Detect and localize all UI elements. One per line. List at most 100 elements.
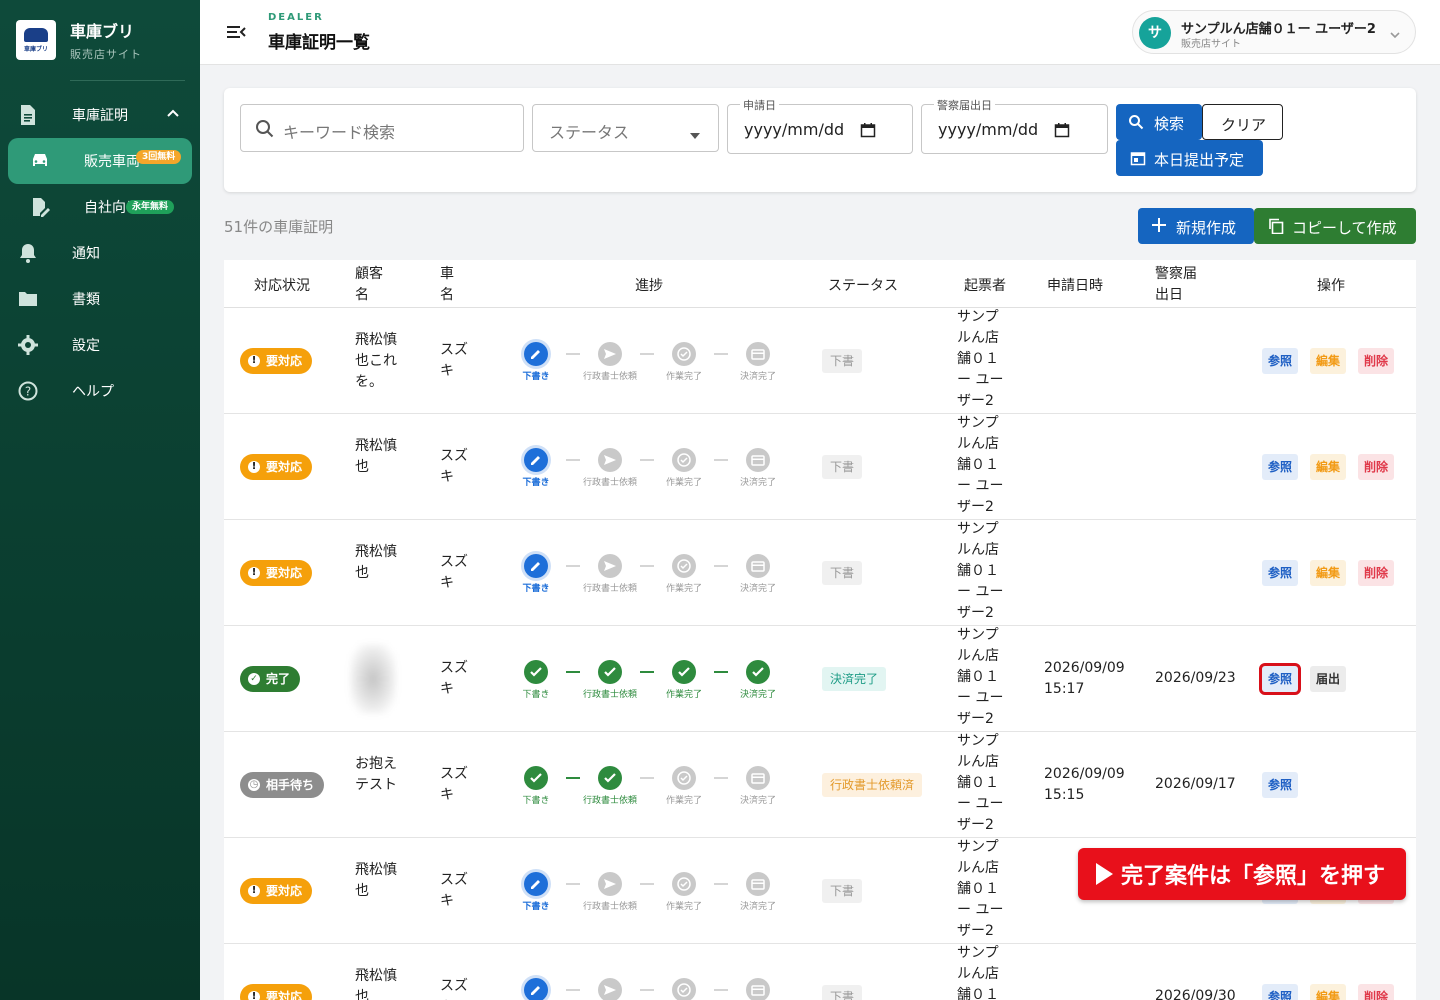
brand[interactable]: 車庫ブリ 車庫ブリ 販売店サイト [16,18,142,62]
header-police: 警察届 出日 [1155,266,1197,303]
view-button[interactable]: 参照 [1262,984,1299,1000]
calendar-icon[interactable] [1054,122,1070,142]
search-button[interactable]: 検索 [1116,104,1202,140]
step-label: 行政書士依頼 [582,478,637,488]
table-row[interactable]: 完了スズ キ下書き行政書士依頼作業完了決済完了決済完了サンプ ルん店 舗０１ ー… [224,626,1416,732]
edit-button[interactable]: 編集 [1310,348,1347,374]
check-icon [672,660,696,684]
result-count: 51件の車庫証明 [224,218,334,236]
logo: 車庫ブリ [16,20,56,60]
step-connector [640,459,654,461]
view-button[interactable]: 参照 [1262,454,1299,480]
sidebar-item-label: 販売車両 [84,154,140,170]
view-button[interactable]: 参照 [1262,772,1299,798]
user-menu[interactable]: サ サンプルん店舗０１ー ユーザー2 販売店サイト [1132,10,1416,54]
handling-status-label: 相手待ち [266,778,315,792]
police-date-field[interactable]: 警察届出日 yyyy/mm/dd [921,97,1108,154]
step-label: 行政書士依頼 [582,796,637,806]
credit-card-icon [746,448,770,472]
step-label: 下書き [522,478,550,488]
top-bar: DEALER 車庫証明一覧 サ サンプルん店舗０１ー ユーザー2 販売店サイト [200,0,1440,65]
sidebar-item-label: 通知 [72,246,100,262]
sidebar-item-garage-cert[interactable]: 車庫証明 [0,92,200,138]
step-connector [714,459,728,461]
sidebar-item-own-use[interactable]: 自社向け 永年無料 [0,184,200,230]
pencil-icon [524,448,548,472]
car-name: スズ キ [440,978,468,1000]
svg-text:?: ? [25,385,31,399]
police-date: 2026/09/23 [1155,670,1236,686]
sidebar-item-dealer-vehicles[interactable]: 販売車両 3回無料 [8,138,192,184]
table-row[interactable]: 相手待ち お抱え テスト スズ キ下書き 行政書士依頼 作業完了 決済完了 行政書士依頼済 サ… [224,732,1416,838]
copy-create-button[interactable]: コピーして作成 [1254,208,1416,244]
step-connector [714,883,728,885]
sidebar-item-notifications[interactable]: 通知 [0,230,200,276]
edit-button[interactable]: 編集 [1310,560,1347,586]
check-circle-icon [672,342,696,366]
step-connector [714,989,728,991]
clear-button[interactable]: クリア [1202,104,1283,140]
view-button[interactable]: 参照 [1262,560,1299,586]
delete-button[interactable]: 削除 [1358,560,1395,586]
file-button[interactable]: 届出 [1310,666,1347,692]
header-status: ステータス [828,278,898,294]
status-chip: 下書 [822,561,863,585]
sidebar-item-help[interactable]: ? ヘルプ [0,368,200,414]
police-date-label: 警察届出日 [934,97,995,113]
free-badge: 永年無料 [126,200,175,214]
today-submission-button[interactable]: 本日提出予定 [1116,140,1263,176]
calendar-icon[interactable] [860,122,876,142]
table-row[interactable]: 要対応飛松慎 也スズ キ下書き行政書士依頼作業完了決済完了下書サンプ ルん店 舗… [224,520,1416,626]
police-date: 2026/09/30 [1155,988,1236,1000]
menu-collapse-icon[interactable] [226,22,246,42]
step-label: 行政書士依頼 [582,372,637,382]
check-icon [746,660,770,684]
play-icon [1096,863,1113,885]
table-row[interactable]: 要対応飛松慎 也スズ キ下書き行政書士依頼作業完了決済完了下書サンプ ルん店 舗… [224,414,1416,520]
drafter-name: サンプ ルん店 舗０１ ー ユー ザー2 [957,839,1004,939]
step-connector [566,353,580,355]
car-name: スズ キ [440,448,468,485]
view-button[interactable]: 参照 [1262,348,1299,374]
drafter-name: サンプ ルん店 舗０１ ー ユー ザー2 [957,733,1004,833]
apply-date-field[interactable]: 申請日 yyyy/mm/dd [727,97,913,154]
table-row[interactable]: 要対応 飛松慎 也これ を。 スズ キ下書き 行政書士依頼 作業完了 決済完了 下書 サンプ … [224,308,1416,414]
handling-status-label: 完了 [266,672,291,686]
customer-name: 飛松慎 也 [355,968,397,1000]
delete-button[interactable]: 削除 [1358,454,1395,480]
check-icon [598,766,622,790]
credit-card-icon [746,342,770,366]
check-circle-icon [672,554,696,578]
view-button[interactable]: 参照 [1258,663,1302,695]
table-row[interactable]: 要対応飛松慎 也スズ キ下書き行政書士依頼作業完了決済完了下書サンプ ルん店 舗… [224,944,1416,1000]
chevron-up-icon[interactable] [166,107,180,125]
status-dot-icon [248,984,260,1000]
check-icon [524,766,548,790]
help-icon: ? [18,381,38,401]
send-icon [598,978,622,1000]
new-create-button[interactable]: 新規作成 [1138,208,1254,244]
sidebar-item-label: ヘルプ [72,384,114,400]
step-label: 決済完了 [739,584,776,594]
sidebar-item-documents[interactable]: 書類 [0,276,200,322]
handling-status-badge: 要対応 [240,348,313,374]
step-connector [714,565,728,567]
edit-button[interactable]: 編集 [1310,454,1347,480]
sidebar-item-settings[interactable]: 設定 [0,322,200,368]
drafter-name: サンプ ルん店 舗０１ ー ユー ザー2 [957,945,999,1000]
sidebar-nav: 車庫証明 販売車両 3回無料 自社向け 永年無料 通知 書類 設定 ? ヘルプ [0,92,200,414]
document-icon [18,105,38,125]
send-icon [598,554,622,578]
car-name: スズ キ [440,660,468,697]
keyword-search-input[interactable]: キーワード検索 [240,104,524,152]
customer-name: 飛松慎 也 [355,862,397,899]
delete-button[interactable]: 削除 [1358,984,1395,1000]
status-select[interactable]: ステータス [532,104,719,152]
delete-button[interactable]: 削除 [1358,348,1395,374]
sidebar: 車庫ブリ 車庫ブリ 販売店サイト 車庫証明 販売車両 3回無料 自社向け 永年無… [0,0,200,1000]
applied-datetime: 2026/09/09 15:17 [1044,660,1125,697]
pencil-icon [524,554,548,578]
handling-status-badge: 要対応 [240,454,313,480]
edit-button[interactable]: 編集 [1310,984,1347,1000]
step-label: 決済完了 [739,796,776,806]
